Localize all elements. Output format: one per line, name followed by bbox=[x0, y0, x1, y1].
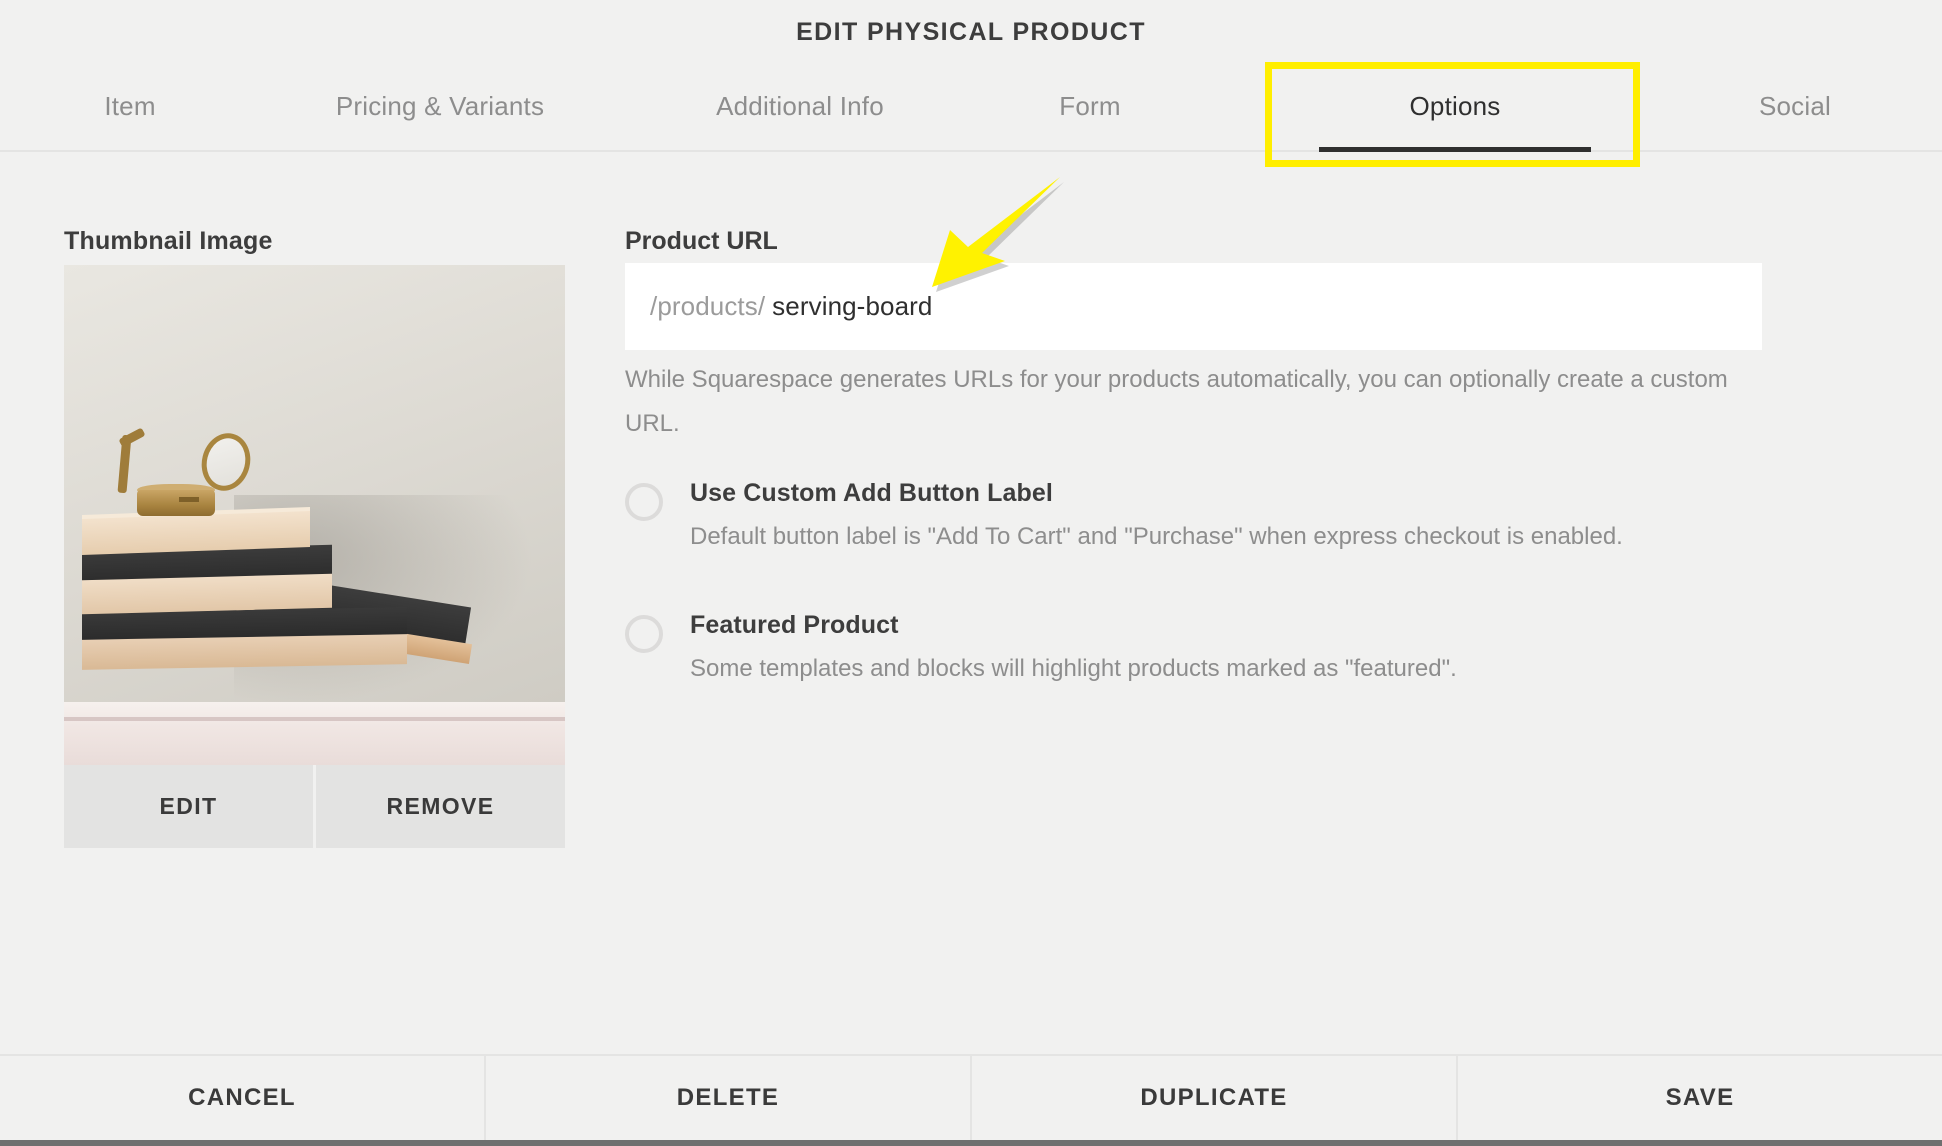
tab-active-underline bbox=[1319, 147, 1591, 152]
tab-item[interactable]: Item bbox=[30, 62, 230, 150]
tab-social-label: Social bbox=[1758, 91, 1831, 121]
option-featured-product-title: Featured Product bbox=[690, 611, 899, 639]
product-url-value: serving-board bbox=[772, 291, 933, 321]
tab-options[interactable]: Options bbox=[1285, 62, 1625, 152]
tab-item-label: Item bbox=[104, 91, 156, 121]
tab-pricing-variants-label: Pricing & Variants bbox=[335, 91, 545, 121]
delete-button[interactable]: DELETE bbox=[486, 1056, 972, 1140]
option-featured-product-description: Some templates and blocks will highlight… bbox=[690, 655, 1457, 682]
product-url-label: Product URL bbox=[625, 227, 778, 255]
window-bottom-edge bbox=[0, 1140, 1942, 1146]
thumbnail-preview-image bbox=[64, 265, 565, 765]
thumbnail-edit-button[interactable]: EDIT bbox=[64, 765, 313, 848]
thumbnail-image-label: Thumbnail Image bbox=[64, 227, 273, 255]
tab-social[interactable]: Social bbox=[1680, 62, 1910, 150]
product-url-input[interactable]: /products/ serving-board bbox=[625, 263, 1762, 350]
product-url-prefix: /products/ bbox=[650, 291, 766, 321]
action-bar: CANCEL DELETE DUPLICATE SAVE bbox=[0, 1054, 1942, 1140]
thumbnail-remove-button[interactable]: REMOVE bbox=[316, 765, 565, 848]
tab-form-label: Form bbox=[1059, 91, 1121, 121]
cancel-button[interactable]: CANCEL bbox=[0, 1056, 486, 1140]
tab-options-label: Options bbox=[1409, 91, 1501, 121]
save-button[interactable]: SAVE bbox=[1458, 1056, 1942, 1140]
thumbnail-card: EDIT REMOVE bbox=[64, 265, 565, 848]
option-custom-add-button-label-title: Use Custom Add Button Label bbox=[690, 479, 1053, 507]
option-featured-product-toggle[interactable] bbox=[625, 615, 663, 653]
option-custom-add-button-label-description: Default button label is "Add To Cart" an… bbox=[690, 523, 1623, 550]
product-url-help-text: While Squarespace generates URLs for you… bbox=[625, 366, 1728, 437]
tab-additional-info-label: Additional Info bbox=[716, 91, 884, 121]
tab-additional-info[interactable]: Additional Info bbox=[640, 62, 960, 150]
tab-pricing-variants[interactable]: Pricing & Variants bbox=[270, 62, 610, 150]
page-title: EDIT PHYSICAL PRODUCT bbox=[796, 18, 1146, 46]
thumbnail-actions: EDIT REMOVE bbox=[64, 765, 565, 848]
duplicate-button[interactable]: DUPLICATE bbox=[972, 1056, 1458, 1140]
option-custom-add-button-label-toggle[interactable] bbox=[625, 483, 663, 521]
tab-form[interactable]: Form bbox=[990, 62, 1190, 150]
tab-bar: Item Pricing & Variants Additional Info … bbox=[0, 62, 1942, 152]
